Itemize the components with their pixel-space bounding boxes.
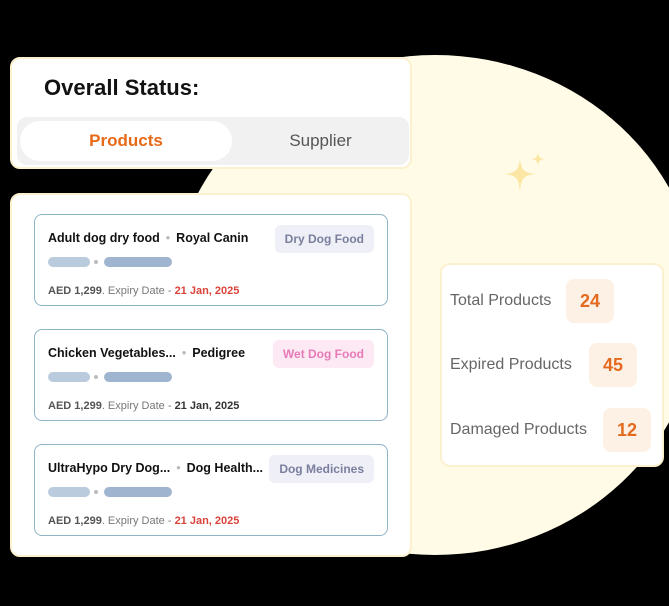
product-meta: AED 1,299. Expiry Date - 21 Jan, 2025 xyxy=(48,400,239,412)
tab-supplier[interactable]: Supplier xyxy=(232,121,409,161)
product-price: AED 1,299 xyxy=(48,515,102,527)
overall-status-panel: Overall Status: Products Supplier xyxy=(10,57,412,169)
product-card[interactable]: Adult dog dry food • Royal Canin Dry Dog F… xyxy=(34,214,388,306)
sparkle-icon xyxy=(504,152,545,192)
product-price: AED 1,299 xyxy=(48,400,102,412)
product-price: AED 1,299 xyxy=(48,285,102,297)
product-name: UltraHypo Dry Dog... xyxy=(48,461,171,475)
product-brand: Royal Canin xyxy=(176,231,249,245)
product-card[interactable]: Chicken Vegetables... • Pedigree Wet Dog F… xyxy=(34,329,388,421)
product-name: Chicken Vegetables... xyxy=(48,346,176,360)
placeholder-dot xyxy=(94,375,98,379)
category-tag: Dog Medicines xyxy=(269,455,374,483)
products-panel: Adult dog dry food • Royal Canin Dry Dog F… xyxy=(10,193,412,557)
stats-panel: Total Products 24 Expired Products 45 Da… xyxy=(440,263,664,467)
product-title: UltraHypo Dry Dog... • Dog Health... xyxy=(48,461,263,475)
placeholder-bar xyxy=(104,257,172,267)
expiry-date: 21 Jan, 2025 xyxy=(174,285,240,297)
product-title: Adult dog dry food • Royal Canin xyxy=(48,231,248,245)
expiry-date: 21 Jan, 2025 xyxy=(174,515,240,527)
stat-value: 12 xyxy=(603,408,651,452)
separator-dot: • xyxy=(181,346,187,360)
stat-total-products: Total Products 24 xyxy=(450,279,654,323)
expiry-label: . Expiry Date - xyxy=(101,400,175,412)
product-meta: AED 1,299. Expiry Date - 21 Jan, 2025 xyxy=(48,515,239,527)
placeholder-bar xyxy=(104,372,172,382)
status-title: Overall Status: xyxy=(44,75,200,100)
stat-label: Total Products xyxy=(450,292,552,309)
product-name: Adult dog dry food xyxy=(48,231,160,245)
expiry-date: 21 Jan, 2025 xyxy=(174,400,240,412)
product-card[interactable]: UltraHypo Dry Dog... • Dog Health... Dog M… xyxy=(34,444,388,536)
product-meta: AED 1,299. Expiry Date - 21 Jan, 2025 xyxy=(48,285,239,297)
expiry-label: . Expiry Date - xyxy=(101,285,175,297)
stat-value: 45 xyxy=(589,343,637,387)
stat-value: 24 xyxy=(566,279,614,323)
category-tag: Wet Dog Food xyxy=(272,340,374,368)
category-tag: Dry Dog Food xyxy=(274,225,374,253)
separator-dot: • xyxy=(176,461,181,475)
product-brand: Pedigree xyxy=(192,346,246,360)
expiry-label: . Expiry Date - xyxy=(101,515,175,527)
tab-products[interactable]: Products xyxy=(20,121,232,161)
product-brand: Dog Health... xyxy=(186,461,264,475)
stat-label: Expired Products xyxy=(450,356,572,373)
placeholder-dot xyxy=(94,490,98,494)
stat-label: Damaged Products xyxy=(450,421,587,438)
stat-damaged-products: Damaged Products 12 xyxy=(450,408,654,452)
placeholder-dot xyxy=(94,260,98,264)
product-title: Chicken Vegetables... • Pedigree xyxy=(48,346,245,360)
placeholder-bar xyxy=(104,487,172,497)
stat-expired-products: Expired Products 45 xyxy=(450,343,654,387)
placeholder-bar xyxy=(48,372,90,382)
separator-dot: • xyxy=(165,231,171,245)
placeholder-bar xyxy=(48,257,90,267)
placeholder-bar xyxy=(48,487,90,497)
status-tabbar: Products Supplier xyxy=(17,117,409,165)
